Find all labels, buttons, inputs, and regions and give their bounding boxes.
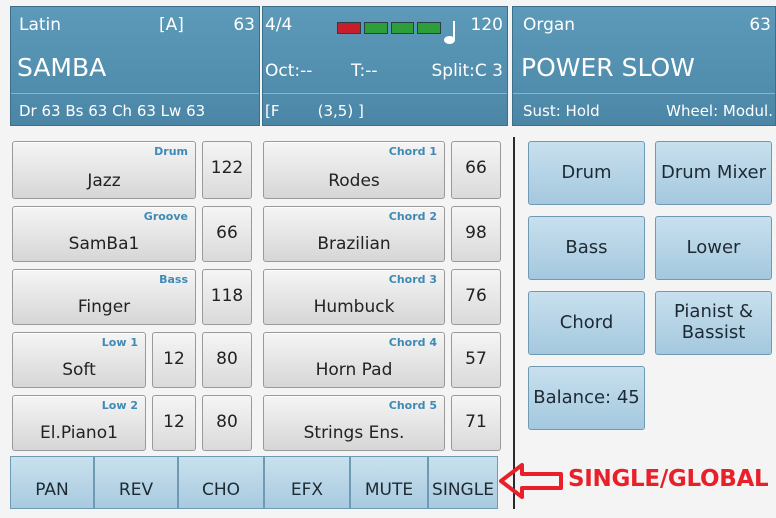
voice-category: Organ (523, 15, 576, 35)
transpose-value: T:-- (351, 61, 378, 81)
tab-mute[interactable]: MUTE (350, 456, 428, 509)
part-button-chord4[interactable]: Chord 4 Horn Pad (263, 332, 445, 388)
part-label: Humbuck (313, 297, 395, 317)
style-category: Latin (19, 15, 62, 35)
beat-indicator (337, 22, 441, 34)
part-volume-bass[interactable]: 118 (202, 269, 252, 325)
time-signature: 4/4 (265, 15, 293, 35)
part-volume-chord2[interactable]: 98 (451, 206, 501, 262)
single-global-annotation: SINGLE/GLOBAL (568, 466, 769, 492)
part-tag: Chord 1 (388, 145, 437, 158)
part-button-groove[interactable]: Groove SamBa1 (12, 206, 196, 262)
part-volume-drum[interactable]: 122 (202, 141, 252, 199)
drum-mixer-button[interactable]: Drum Mixer (655, 141, 772, 205)
part-button-chord3[interactable]: Chord 3 Humbuck (263, 269, 445, 325)
style-name: SAMBA (17, 53, 107, 82)
part-tag: Drum (154, 145, 188, 158)
part-volume-chord1[interactable]: 66 (451, 141, 501, 199)
part-octave-low1[interactable]: 12 (152, 332, 196, 388)
drum-button[interactable]: Drum (528, 141, 645, 205)
part-volume-chord5[interactable]: 71 (451, 395, 501, 451)
part-volume-low2[interactable]: 80 (202, 395, 252, 451)
part-button-chord5[interactable]: Chord 5 Strings Ens. (263, 395, 445, 451)
part-tag: Low 2 (101, 399, 138, 412)
style-volumes: Dr 63 Bs 63 Ch 63 Lw 63 (19, 102, 206, 120)
wheel-status: Wheel: Modul. (666, 102, 773, 120)
voice-name: POWER SLOW (521, 53, 695, 82)
part-label: Brazilian (317, 234, 391, 254)
split-value: Split:C 3 (431, 61, 503, 81)
style-variation: [A] (159, 15, 184, 35)
part-tag: Groove (143, 210, 188, 223)
sustain-status: Sust: Hold (523, 102, 600, 120)
beat-light-1 (337, 22, 361, 34)
tab-cho[interactable]: CHO (178, 456, 264, 509)
beat-light-3 (390, 22, 415, 34)
part-button-bass[interactable]: Bass Finger (12, 269, 196, 325)
part-tag: Chord 5 (388, 399, 437, 412)
part-tag: Chord 2 (388, 210, 437, 223)
part-octave-low2[interactable]: 12 (152, 395, 196, 451)
part-label: Horn Pad (315, 360, 393, 380)
part-tag: Chord 3 (388, 273, 437, 286)
style-number: 63 (233, 15, 255, 35)
tab-single[interactable]: SINGLE (428, 456, 498, 509)
bass-button[interactable]: Bass (528, 216, 645, 280)
beat-light-4 (417, 22, 441, 34)
status-panel: 4/4 120 Oct:-- T:-- Split:C 3 [F (3,5) ] (262, 6, 508, 126)
part-label: El.Piano1 (40, 423, 118, 443)
quarter-note-icon (444, 21, 455, 44)
status-panel-separator (263, 93, 507, 94)
part-volume-chord4[interactable]: 57 (451, 332, 501, 388)
lower-button[interactable]: Lower (655, 216, 772, 280)
tab-rev[interactable]: REV (94, 456, 178, 509)
part-volume-groove[interactable]: 66 (202, 206, 252, 262)
voice-number: 63 (749, 15, 771, 35)
part-label: Strings Ens. (303, 423, 405, 443)
tab-efx[interactable]: EFX (264, 456, 350, 509)
balance-button[interactable]: Balance: 45 (528, 366, 645, 430)
chord-display: [F (3,5) ] (265, 102, 364, 120)
part-label: Rodes (328, 171, 380, 191)
part-tag: Low 1 (101, 336, 138, 349)
voice-panel[interactable]: Organ 63 POWER SLOW Sust: Hold Wheel: Mo… (512, 6, 776, 126)
voice-panel-separator (513, 93, 775, 94)
part-tag: Chord 4 (388, 336, 437, 349)
part-button-drum[interactable]: Drum Jazz (12, 141, 196, 199)
tab-pan[interactable]: PAN (10, 456, 94, 509)
part-button-chord1[interactable]: Chord 1 Rodes (263, 141, 445, 199)
header-bar: Latin [A] 63 SAMBA Dr 63 Bs 63 Ch 63 Lw … (0, 0, 776, 128)
left-arrow-icon (499, 463, 563, 499)
tempo-value[interactable]: 120 (471, 15, 503, 35)
part-label: SamBa1 (68, 234, 140, 254)
style-panel[interactable]: Latin [A] 63 SAMBA Dr 63 Bs 63 Ch 63 Lw … (10, 6, 260, 126)
beat-light-2 (363, 22, 388, 34)
part-label: Soft (62, 360, 96, 380)
part-tag: Bass (159, 273, 188, 286)
part-volume-low1[interactable]: 80 (202, 332, 252, 388)
part-label: Finger (77, 297, 131, 317)
part-button-low1[interactable]: Low 1 Soft (12, 332, 146, 388)
octave-value: Oct:-- (265, 61, 313, 81)
style-panel-separator (11, 93, 259, 94)
part-label: Jazz (87, 171, 121, 191)
pianist-bassist-button[interactable]: Pianist & Bassist (655, 291, 772, 355)
part-button-low2[interactable]: Low 2 El.Piano1 (12, 395, 146, 451)
part-button-chord2[interactable]: Chord 2 Brazilian (263, 206, 445, 262)
part-volume-chord3[interactable]: 76 (451, 269, 501, 325)
column-divider (513, 137, 515, 509)
chord-button[interactable]: Chord (528, 291, 645, 355)
